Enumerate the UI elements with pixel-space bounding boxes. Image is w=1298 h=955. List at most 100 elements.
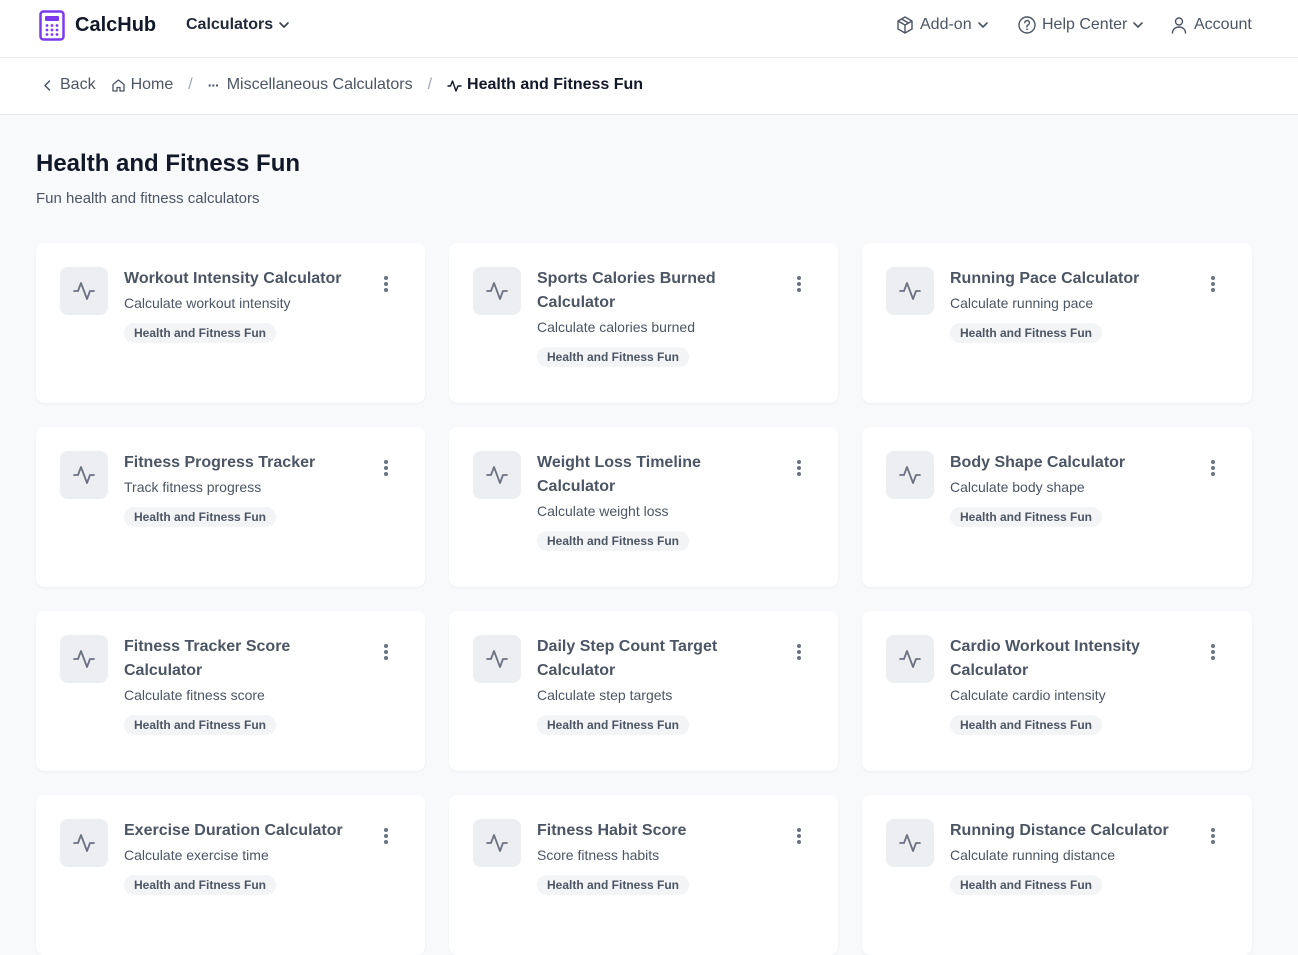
addon-menu-label: Add-on bbox=[920, 16, 972, 33]
help-center-menu-button[interactable]: Help Center bbox=[1017, 15, 1144, 35]
chevron-down-icon bbox=[279, 22, 289, 28]
activity-icon bbox=[473, 819, 521, 867]
calculators-menu-label: Calculators bbox=[186, 16, 274, 33]
more-options-icon[interactable] bbox=[794, 274, 804, 294]
chevron-down-icon bbox=[1133, 22, 1144, 28]
card-description: Calculate step targets bbox=[537, 687, 673, 703]
card-body: Weight Loss Timeline Calculator Calculate… bbox=[537, 451, 777, 551]
card-body: Fitness Progress Tracker Track fitness pr… bbox=[124, 451, 364, 527]
activity-icon bbox=[447, 79, 462, 92]
card-body: Exercise Duration Calculator Calculate ex… bbox=[124, 819, 364, 895]
card-description: Calculate running pace bbox=[950, 295, 1094, 311]
card-description: Calculate exercise time bbox=[124, 847, 269, 863]
card-description: Calculate body shape bbox=[950, 479, 1085, 495]
breadcrumb: Back Home / ··· Miscellaneous Calculator… bbox=[40, 76, 643, 94]
category-tag: Health and Fitness Fun bbox=[537, 875, 690, 895]
card-description: Score fitness habits bbox=[537, 847, 660, 863]
home-icon bbox=[111, 78, 125, 92]
more-options-icon[interactable] bbox=[1208, 274, 1218, 294]
card-description: Calculate weight loss bbox=[537, 503, 669, 519]
calculator-card[interactable]: Fitness Tracker Score Calculator Calculat… bbox=[36, 611, 425, 771]
calculator-card[interactable]: Body Shape Calculator Calculate body shap… bbox=[862, 427, 1252, 587]
activity-icon bbox=[473, 267, 521, 315]
card-description: Calculate workout intensity bbox=[124, 295, 291, 311]
calculator-card[interactable]: Workout Intensity Calculator Calculate wo… bbox=[36, 243, 425, 403]
calculator-card[interactable]: Exercise Duration Calculator Calculate ex… bbox=[36, 795, 425, 955]
card-body: Fitness Tracker Score Calculator Calculat… bbox=[124, 635, 364, 735]
more-options-icon[interactable] bbox=[1208, 642, 1218, 662]
activity-icon bbox=[886, 819, 934, 867]
activity-icon bbox=[60, 819, 108, 867]
breadcrumb-separator: / bbox=[188, 76, 193, 93]
chevron-down-icon bbox=[977, 22, 988, 28]
breadcrumb-bar: Back Home / ··· Miscellaneous Calculator… bbox=[0, 58, 1298, 115]
addon-menu-button[interactable]: Add-on bbox=[895, 15, 989, 35]
breadcrumb-parent[interactable]: ··· Miscellaneous Calculators bbox=[208, 76, 413, 94]
calculator-card[interactable]: Daily Step Count Target Calculator Calcul… bbox=[449, 611, 838, 771]
category-tag: Health and Fitness Fun bbox=[124, 507, 277, 527]
activity-icon bbox=[886, 267, 934, 315]
breadcrumb-home[interactable]: Home bbox=[111, 76, 174, 94]
activity-icon bbox=[60, 451, 108, 499]
calculator-card[interactable]: Cardio Workout Intensity Calculator Calcu… bbox=[862, 611, 1252, 771]
calculator-card[interactable]: Running Distance Calculator Calculate run… bbox=[862, 795, 1252, 955]
card-title: Daily Step Count Target Calculator bbox=[537, 638, 718, 679]
activity-icon bbox=[473, 635, 521, 683]
card-title: Fitness Habit Score bbox=[537, 822, 687, 839]
help-center-label: Help Center bbox=[1042, 16, 1128, 33]
card-title: Cardio Workout Intensity Calculator bbox=[950, 638, 1140, 679]
category-tag: Health and Fitness Fun bbox=[124, 715, 277, 735]
card-body: Daily Step Count Target Calculator Calcul… bbox=[537, 635, 777, 735]
more-options-icon[interactable] bbox=[381, 826, 391, 846]
card-title: Exercise Duration Calculator bbox=[124, 822, 343, 839]
calculator-card[interactable]: Fitness Habit Score Score fitness habits H… bbox=[449, 795, 838, 955]
activity-icon bbox=[886, 635, 934, 683]
card-title: Fitness Tracker Score Calculator bbox=[124, 638, 291, 679]
calculator-card[interactable]: Weight Loss Timeline Calculator Calculate… bbox=[449, 427, 838, 587]
category-tag: Health and Fitness Fun bbox=[537, 531, 690, 551]
card-title: Fitness Progress Tracker bbox=[124, 454, 316, 471]
more-options-icon[interactable] bbox=[794, 458, 804, 478]
current-page-label: Health and Fitness Fun bbox=[467, 76, 644, 93]
page-subtitle: Fun health and fitness calculators bbox=[36, 190, 260, 207]
back-button[interactable]: Back bbox=[40, 76, 96, 94]
card-description: Track fitness progress bbox=[124, 479, 262, 495]
brand-link[interactable]: CalcHub bbox=[39, 10, 156, 41]
card-body: Body Shape Calculator Calculate body shap… bbox=[950, 451, 1190, 527]
more-options-icon[interactable] bbox=[381, 642, 391, 662]
home-label: Home bbox=[130, 76, 174, 93]
card-description: Calculate running distance bbox=[950, 847, 1115, 863]
card-title: Sports Calories Burned Calculator bbox=[537, 270, 716, 311]
category-tag: Health and Fitness Fun bbox=[124, 875, 277, 895]
activity-icon bbox=[60, 267, 108, 315]
category-tag: Health and Fitness Fun bbox=[537, 715, 690, 735]
account-button[interactable]: Account bbox=[1169, 15, 1252, 35]
more-options-icon[interactable] bbox=[794, 826, 804, 846]
top-navbar: CalcHub Calculators Add-on Help Center A… bbox=[0, 0, 1298, 58]
page-title: Health and Fitness Fun bbox=[36, 150, 301, 177]
calculator-card[interactable]: Running Pace Calculator Calculate running… bbox=[862, 243, 1252, 403]
card-title: Workout Intensity Calculator bbox=[124, 270, 342, 287]
calculator-grid: Workout Intensity Calculator Calculate wo… bbox=[36, 243, 1252, 955]
calculator-card[interactable]: Fitness Progress Tracker Track fitness pr… bbox=[36, 427, 425, 587]
card-body: Fitness Habit Score Score fitness habits H… bbox=[537, 819, 777, 895]
back-label: Back bbox=[60, 76, 96, 93]
parent-category-label: Miscellaneous Calculators bbox=[226, 76, 413, 93]
more-options-icon[interactable] bbox=[794, 642, 804, 662]
breadcrumb-current: Health and Fitness Fun bbox=[447, 76, 643, 94]
calculators-menu-button[interactable]: Calculators bbox=[186, 16, 290, 34]
more-options-icon[interactable] bbox=[381, 274, 391, 294]
more-options-icon[interactable] bbox=[381, 458, 391, 478]
activity-icon bbox=[886, 451, 934, 499]
card-title: Running Distance Calculator bbox=[950, 822, 1169, 839]
card-body: Cardio Workout Intensity Calculator Calcu… bbox=[950, 635, 1190, 735]
card-title: Running Pace Calculator bbox=[950, 270, 1140, 287]
category-tag: Health and Fitness Fun bbox=[950, 323, 1103, 343]
more-options-icon[interactable] bbox=[1208, 826, 1218, 846]
category-tag: Health and Fitness Fun bbox=[537, 347, 690, 367]
more-options-icon[interactable] bbox=[1208, 458, 1218, 478]
calculator-card[interactable]: Sports Calories Burned Calculator Calcula… bbox=[449, 243, 838, 403]
card-title: Body Shape Calculator bbox=[950, 454, 1126, 471]
category-tag: Health and Fitness Fun bbox=[124, 323, 277, 343]
calculator-logo-icon bbox=[39, 10, 65, 41]
